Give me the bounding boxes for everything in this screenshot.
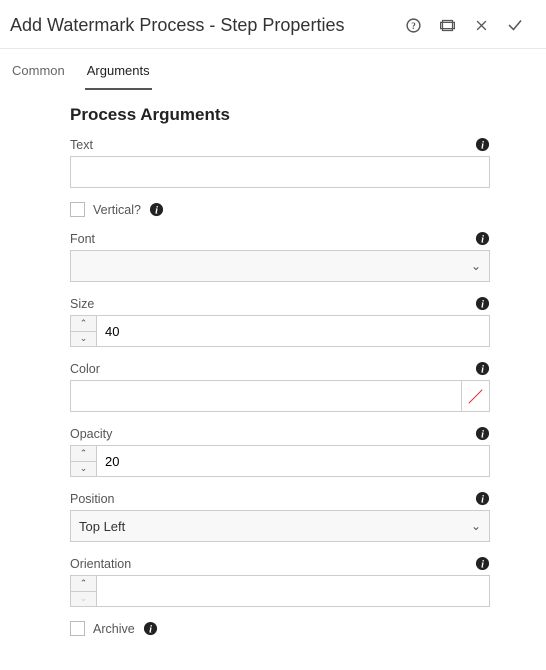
info-icon[interactable]: i xyxy=(475,426,490,441)
section-heading: Process Arguments xyxy=(70,105,490,125)
size-stepper: ⌃ ⌄ xyxy=(70,315,490,347)
color-swatch-none-icon xyxy=(461,381,489,411)
info-icon[interactable]: i xyxy=(475,137,490,152)
info-icon[interactable]: i xyxy=(475,361,490,376)
dialog-title: Add Watermark Process - Step Properties xyxy=(10,15,396,36)
tab-bar: Common Arguments xyxy=(0,49,546,91)
field-text: Text i xyxy=(70,137,490,188)
opacity-input[interactable] xyxy=(97,446,489,476)
opacity-step-down[interactable]: ⌄ xyxy=(71,461,96,477)
label-orientation: Orientation xyxy=(70,557,475,571)
title-bar: Add Watermark Process - Step Properties … xyxy=(0,0,546,49)
field-font: Font i ⌄ xyxy=(70,231,490,282)
tab-common[interactable]: Common xyxy=(10,55,67,90)
archive-checkbox[interactable] xyxy=(70,621,85,636)
chevron-down-icon: ⌄ xyxy=(471,259,481,273)
field-opacity: Opacity i ⌃ ⌄ xyxy=(70,426,490,477)
tab-arguments[interactable]: Arguments xyxy=(85,55,152,90)
info-icon[interactable]: i xyxy=(475,296,490,311)
svg-text:i: i xyxy=(481,364,484,375)
font-select[interactable]: ⌄ xyxy=(70,250,490,282)
info-icon[interactable]: i xyxy=(149,202,164,217)
info-icon[interactable]: i xyxy=(475,491,490,506)
label-text: Text xyxy=(70,138,475,152)
orientation-input[interactable] xyxy=(97,576,489,606)
position-select-value: Top Left xyxy=(79,519,471,534)
info-icon[interactable]: i xyxy=(475,231,490,246)
orientation-stepper: ⌃ ⌄ xyxy=(70,575,490,607)
confirm-button[interactable] xyxy=(498,8,532,42)
svg-text:i: i xyxy=(481,140,484,151)
orientation-step-up[interactable]: ⌃ xyxy=(71,576,96,591)
field-orientation: Orientation i ⌃ ⌄ xyxy=(70,556,490,607)
label-font: Font xyxy=(70,232,475,246)
help-button[interactable]: ? xyxy=(396,8,430,42)
label-opacity: Opacity xyxy=(70,427,475,441)
label-vertical: Vertical? xyxy=(93,203,141,217)
svg-text:i: i xyxy=(481,299,484,310)
svg-text:i: i xyxy=(149,624,152,635)
field-color: Color i xyxy=(70,361,490,412)
text-input[interactable] xyxy=(70,156,490,188)
size-step-up[interactable]: ⌃ xyxy=(71,316,96,331)
label-archive: Archive xyxy=(93,622,135,636)
orientation-step-down[interactable]: ⌄ xyxy=(71,591,96,607)
label-size: Size xyxy=(70,297,475,311)
chevron-down-icon: ⌄ xyxy=(471,519,481,533)
svg-text:?: ? xyxy=(411,21,416,31)
opacity-step-up[interactable]: ⌃ xyxy=(71,446,96,461)
field-archive: Archive i xyxy=(70,621,490,636)
color-input[interactable] xyxy=(70,380,490,412)
label-position: Position xyxy=(70,492,475,506)
label-color: Color xyxy=(70,362,475,376)
vertical-checkbox[interactable] xyxy=(70,202,85,217)
fullscreen-button[interactable] xyxy=(430,8,464,42)
svg-text:i: i xyxy=(481,429,484,440)
svg-text:i: i xyxy=(481,559,484,570)
position-select[interactable]: Top Left ⌄ xyxy=(70,510,490,542)
size-step-down[interactable]: ⌄ xyxy=(71,331,96,347)
info-icon[interactable]: i xyxy=(475,556,490,571)
close-button[interactable] xyxy=(464,8,498,42)
field-vertical: Vertical? i xyxy=(70,202,490,217)
svg-text:i: i xyxy=(155,205,158,216)
field-position: Position i Top Left ⌄ xyxy=(70,491,490,542)
field-size: Size i ⌃ ⌄ xyxy=(70,296,490,347)
svg-text:i: i xyxy=(481,494,484,505)
info-icon[interactable]: i xyxy=(143,621,158,636)
content-area: Process Arguments Text i Vertical? i Fon… xyxy=(0,91,546,670)
svg-text:i: i xyxy=(481,234,484,245)
size-input[interactable] xyxy=(97,316,489,346)
opacity-stepper: ⌃ ⌄ xyxy=(70,445,490,477)
